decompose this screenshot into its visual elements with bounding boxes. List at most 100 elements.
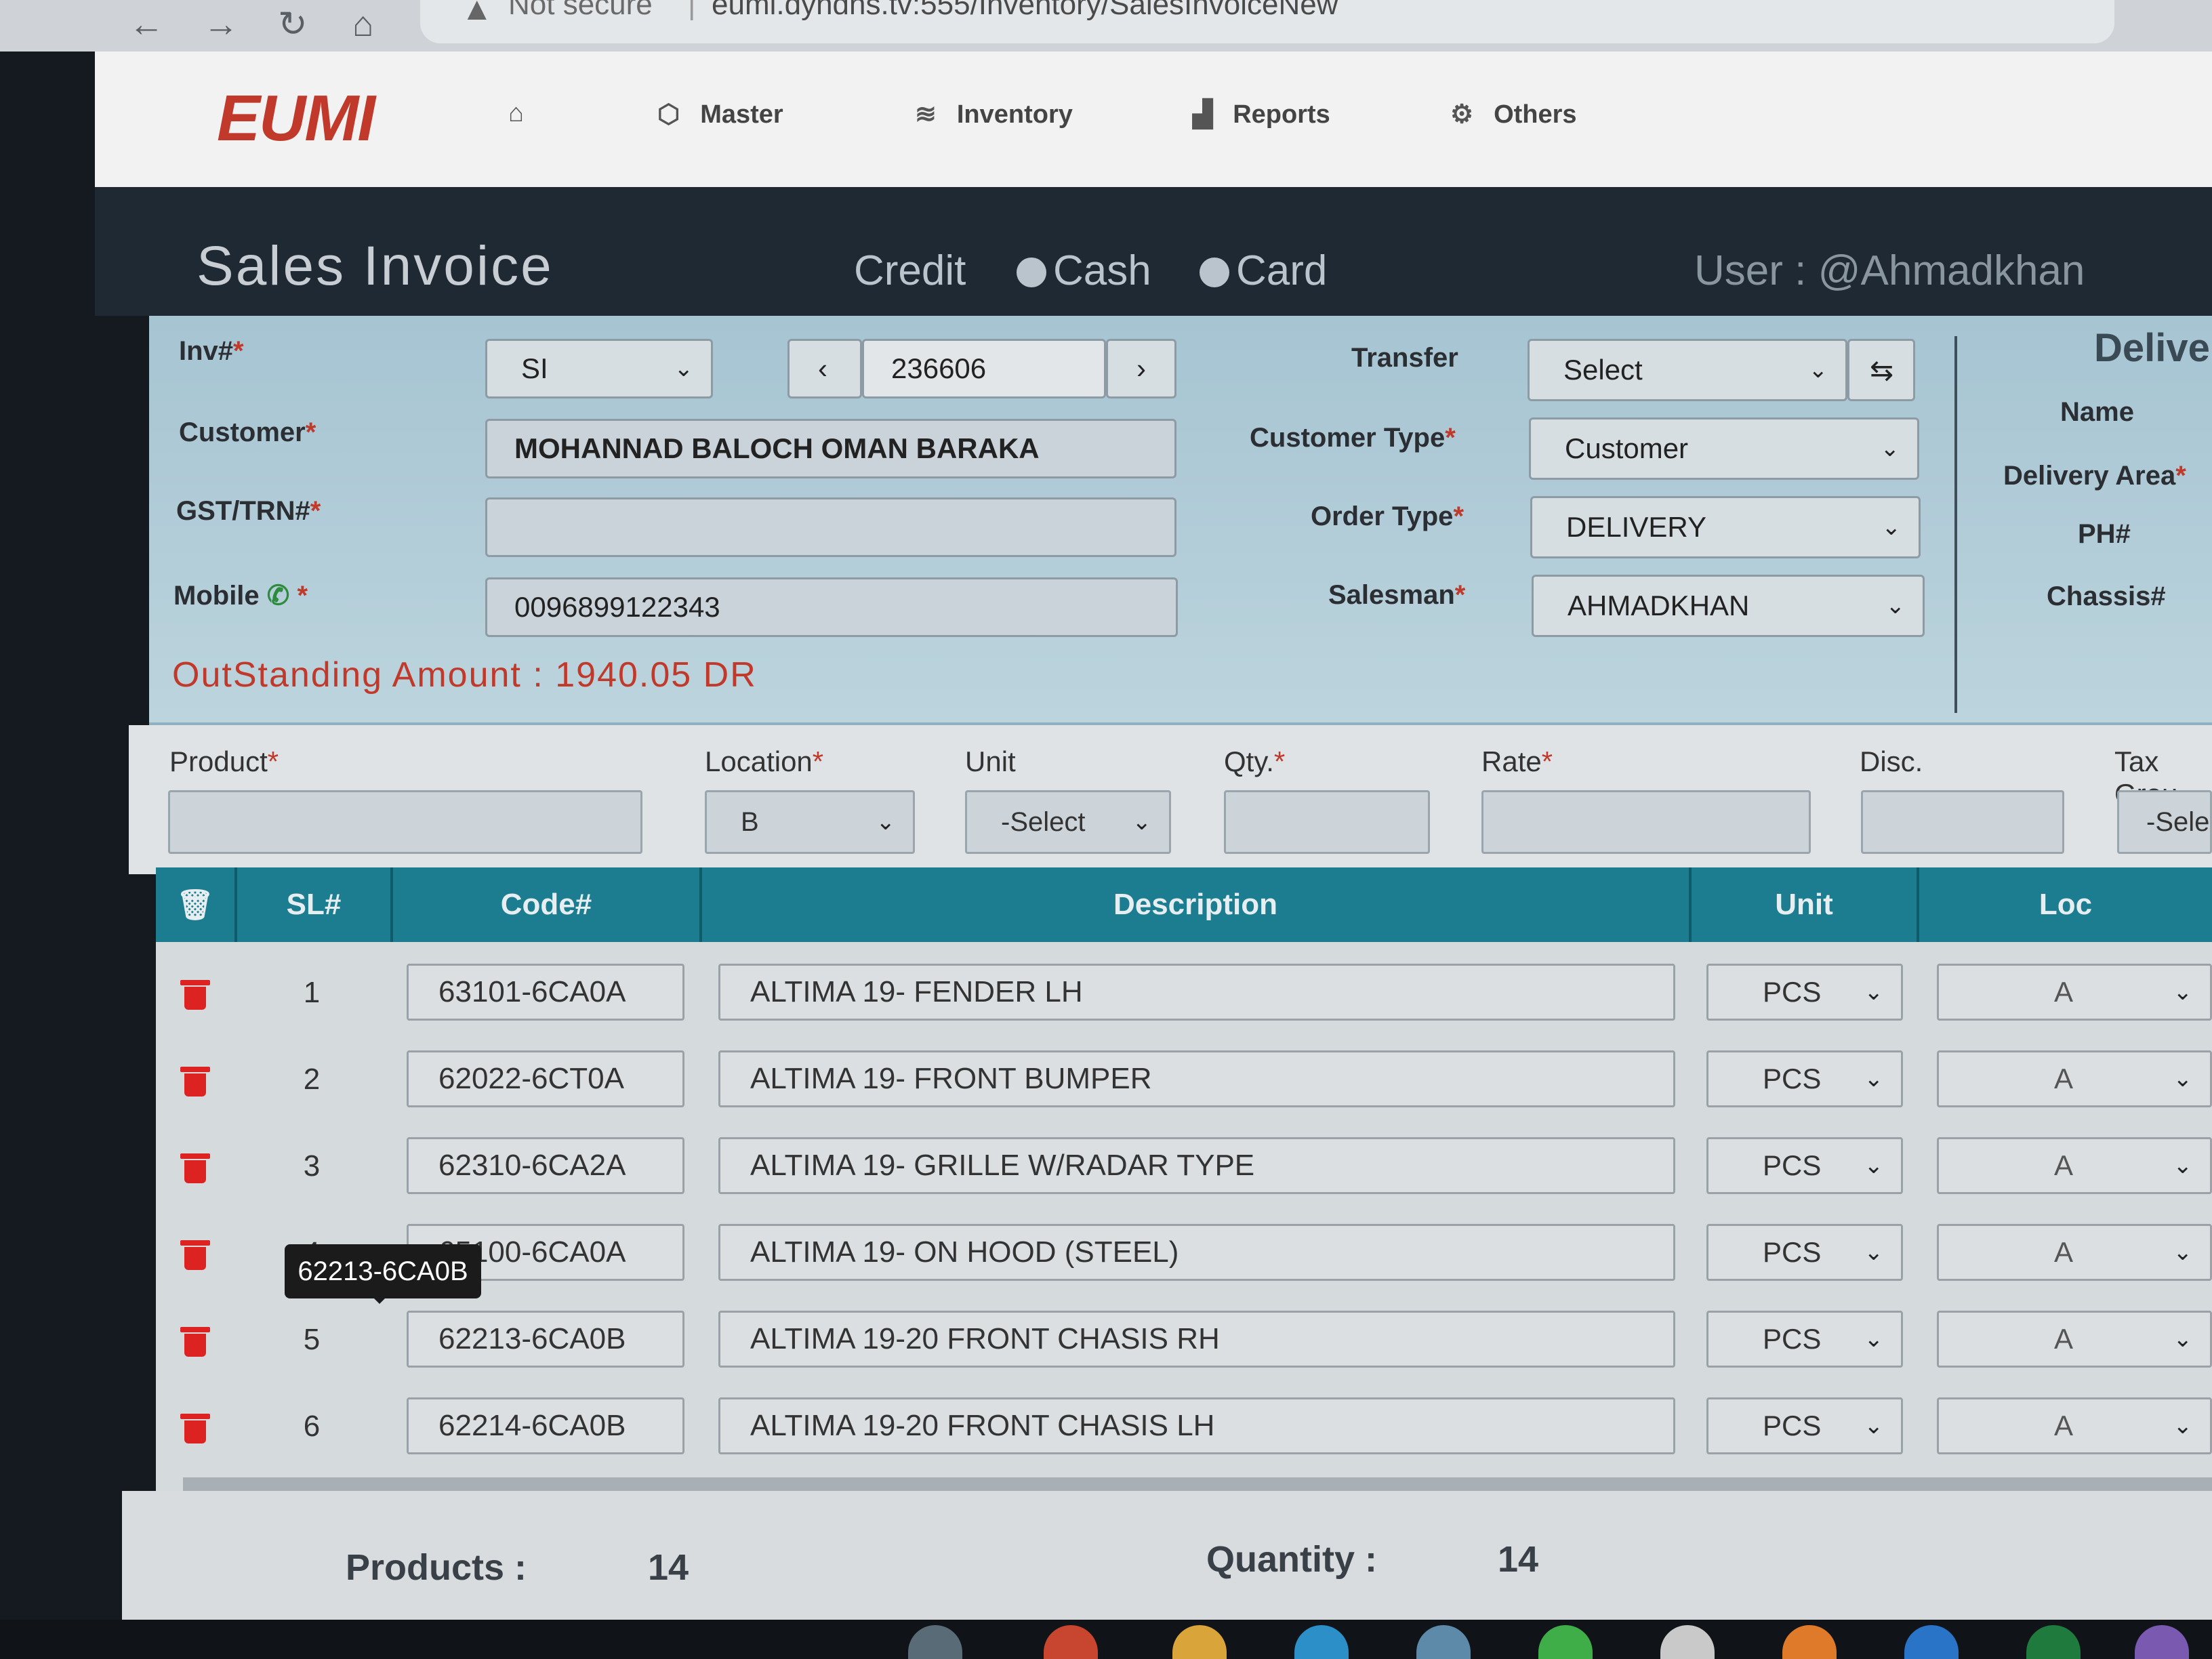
row-description-field[interactable]: ALTIMA 19- FRONT BUMPER	[718, 1050, 1675, 1107]
table-row: 5 62213-6CA0B ALTIMA 19-20 FRONT CHASIS …	[156, 1303, 2212, 1389]
taskbar-app-icon[interactable]	[1660, 1625, 1715, 1659]
invoice-form: Inv#* SI ⌄ ‹ 236606 › Customer* MOHANNAD …	[149, 316, 2212, 725]
row-sl: 3	[303, 1149, 321, 1183]
whatsapp-icon[interactable]	[1538, 1625, 1593, 1659]
row-code-field[interactable]: 62022-6CT0A	[407, 1050, 684, 1107]
chrome-icon[interactable]	[1044, 1625, 1098, 1659]
customer-type-select[interactable]: Customer ⌄	[1529, 417, 1919, 480]
tax-group-select[interactable]: -Sele	[2117, 790, 2212, 854]
home-browser-icon[interactable]: ⌂	[352, 4, 373, 45]
salesman-label: Salesman*	[1328, 580, 1466, 610]
gst-field[interactable]	[485, 497, 1176, 557]
salesman-select[interactable]: AHMADKHAN ⌄	[1532, 575, 1925, 637]
location-label: Location*	[705, 745, 824, 777]
delete-row-icon[interactable]	[180, 1414, 210, 1443]
row-unit-select[interactable]: PCS ⌄	[1706, 1050, 1903, 1107]
nav-reports[interactable]: ▟ Reports	[1193, 99, 1330, 129]
delivery-name-label: Name	[2060, 397, 2134, 427]
order-type-select[interactable]: DELIVERY ⌄	[1530, 496, 1921, 558]
customer-type-label: Customer Type*	[1250, 423, 1456, 453]
qty-input[interactable]	[1224, 790, 1430, 854]
row-description-field[interactable]: ALTIMA 19- FENDER LH	[718, 964, 1675, 1021]
row-description-field[interactable]: ALTIMA 19-20 FRONT CHASIS RH	[718, 1311, 1675, 1368]
delete-row-icon[interactable]	[180, 1067, 210, 1097]
unit-select[interactable]: -Select ⌄	[965, 790, 1171, 854]
transfer-select[interactable]: Select ⌄	[1528, 339, 1847, 401]
radio-icon	[1200, 258, 1229, 287]
payment-credit[interactable]: Credit	[854, 247, 966, 295]
next-invoice-button[interactable]: ›	[1106, 339, 1176, 398]
chevron-left-icon: ‹	[818, 352, 827, 384]
inv-number-field[interactable]: 236606	[862, 339, 1106, 398]
browser-icon[interactable]	[1294, 1625, 1349, 1659]
chevron-down-icon: ⌄	[2173, 1413, 2193, 1439]
product-input[interactable]	[168, 790, 642, 854]
chevron-down-icon: ⌄	[876, 809, 896, 835]
row-unit-select[interactable]: PCS ⌄	[1706, 1224, 1903, 1281]
row-loc-select[interactable]: A ⌄	[1937, 1224, 2212, 1281]
delete-row-icon[interactable]	[180, 980, 210, 1010]
row-loc-select[interactable]: A ⌄	[1937, 1397, 2212, 1454]
rate-input[interactable]	[1481, 790, 1811, 854]
delete-row-icon[interactable]	[180, 1240, 210, 1270]
chevron-down-icon: ⌄	[2173, 1326, 2193, 1352]
nav-others[interactable]: ⚙ Others	[1450, 99, 1577, 129]
table-row: 2 62022-6CT0A ALTIMA 19- FRONT BUMPER PC…	[156, 1042, 2212, 1129]
reload-icon[interactable]: ↻	[278, 4, 308, 45]
row-description-field[interactable]: ALTIMA 19-20 FRONT CHASIS LH	[718, 1397, 1675, 1454]
rate-label: Rate*	[1481, 745, 1553, 777]
forward-icon[interactable]: →	[203, 4, 239, 45]
row-unit-select[interactable]: PCS ⌄	[1706, 1397, 1903, 1454]
row-code-field[interactable]: 62214-6CA0B	[407, 1397, 684, 1454]
taskbar-app-icon[interactable]	[908, 1625, 962, 1659]
inv-prefix-select[interactable]: SI ⌄	[485, 339, 713, 398]
payment-cash[interactable]: Cash	[1017, 247, 1151, 295]
row-code-field[interactable]: 63101-6CA0A	[407, 964, 684, 1021]
prev-invoice-button[interactable]: ‹	[787, 339, 862, 398]
location-select[interactable]: B ⌄	[705, 790, 915, 854]
row-sl: 2	[303, 1063, 321, 1096]
panel-divider	[1954, 336, 1957, 713]
taskbar-app-icon[interactable]	[2135, 1625, 2189, 1659]
row-loc-select[interactable]: A ⌄	[1937, 964, 2212, 1021]
nav-inventory[interactable]: ≋ Inventory	[915, 99, 1073, 129]
nav-master[interactable]: ⬡ Master	[657, 99, 783, 129]
excel-icon[interactable]	[2026, 1625, 2081, 1659]
unit-label: Unit	[965, 745, 1016, 777]
row-description-field[interactable]: ALTIMA 19- GRILLE W/RADAR TYPE	[718, 1137, 1675, 1194]
row-description-field[interactable]: ALTIMA 19- ON HOOD (STEEL)	[718, 1224, 1675, 1281]
mobile-field[interactable]: 0096899122343	[485, 577, 1178, 637]
row-loc-select[interactable]: A ⌄	[1937, 1311, 2212, 1368]
customer-field[interactable]: MOHANNAD BALOCH OMAN BARAKA	[485, 419, 1176, 478]
mail-icon[interactable]	[1904, 1625, 1959, 1659]
chevron-down-icon: ⌄	[1864, 979, 1884, 1005]
taskbar-app-icon[interactable]	[1782, 1625, 1837, 1659]
row-code-field[interactable]: 62310-6CA2A	[407, 1137, 684, 1194]
delete-row-icon[interactable]	[180, 1153, 210, 1183]
radio-icon	[1017, 258, 1046, 287]
row-sl: 5	[303, 1323, 321, 1356]
delivery-area-label: Delivery Area*	[2003, 461, 2186, 491]
trash-icon: 🗑	[176, 888, 214, 922]
taskbar-app-icon[interactable]	[1416, 1625, 1471, 1659]
address-bar[interactable]: ▲ Not secure | eumi.dyndns.tv:555/Invent…	[420, 0, 2114, 43]
transfer-label: Transfer	[1351, 343, 1458, 373]
row-unit-select[interactable]: PCS ⌄	[1706, 1311, 1903, 1368]
row-unit-select[interactable]: PCS ⌄	[1706, 964, 1903, 1021]
back-icon[interactable]: ←	[129, 4, 164, 45]
row-loc-select[interactable]: A ⌄	[1937, 1050, 2212, 1107]
row-unit-select[interactable]: PCS ⌄	[1706, 1137, 1903, 1194]
delete-row-icon[interactable]	[180, 1327, 210, 1357]
folder-icon[interactable]	[1172, 1625, 1227, 1659]
row-sl: 1	[303, 976, 321, 1009]
row-loc-select[interactable]: A ⌄	[1937, 1137, 2212, 1194]
bar-chart-icon: ▟	[1193, 100, 1213, 129]
chevron-down-icon: ⌄	[1880, 436, 1900, 462]
nav-home[interactable]: ⌂	[508, 99, 544, 128]
row-code-field[interactable]: 62213-6CA0B	[407, 1311, 684, 1368]
payment-card[interactable]: Card	[1200, 247, 1327, 295]
logo[interactable]: EUMI	[217, 81, 375, 156]
transfer-button[interactable]: ⇆	[1847, 339, 1915, 401]
disc-input[interactable]	[1861, 790, 2064, 854]
main-navbar: EUMI ⌂ ⬡ Master ≋ Inventory ▟ Reports ⚙ Othe…	[95, 52, 2212, 187]
